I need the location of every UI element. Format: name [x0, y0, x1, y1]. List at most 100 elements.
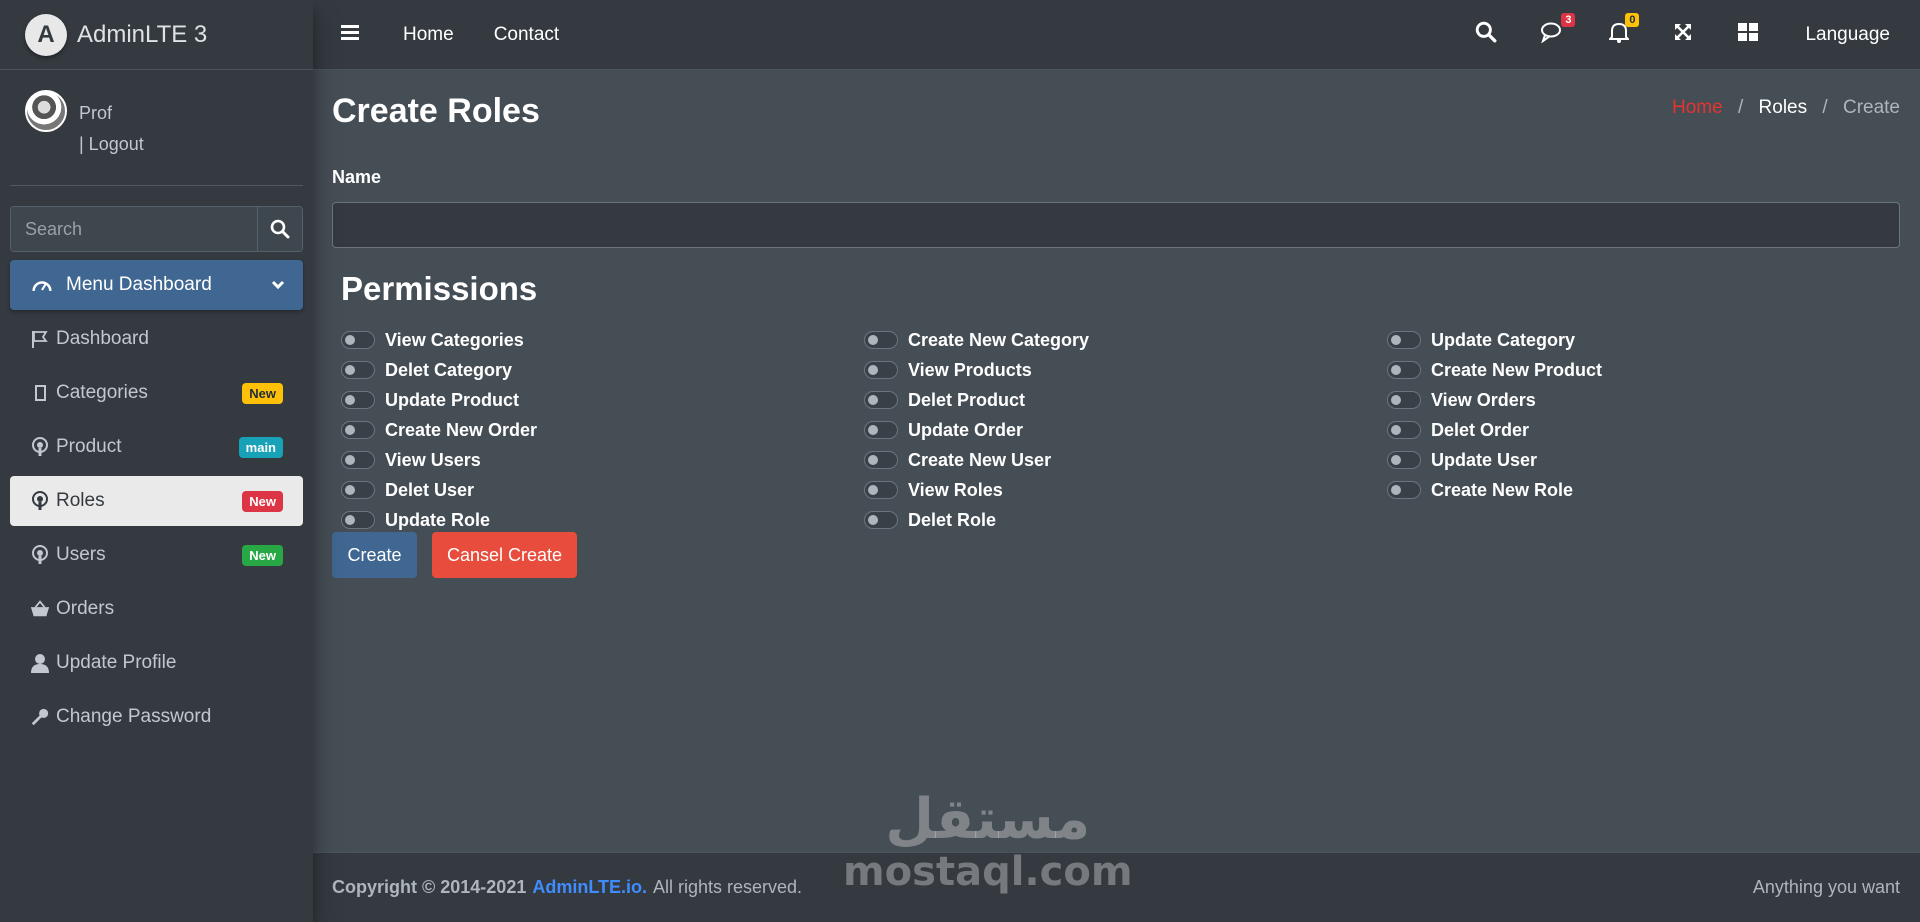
permission-item: Update User — [1387, 445, 1901, 475]
cancel-create-button[interactable]: Cansel Create — [432, 532, 577, 578]
permission-label[interactable]: Update Order — [908, 420, 1023, 441]
permission-toggle[interactable] — [864, 481, 898, 499]
name-label: Name — [332, 167, 382, 187]
sidebar-item-label: Orders — [56, 598, 115, 619]
breadcrumb-roles[interactable]: Roles — [1759, 97, 1808, 118]
sidebar-item-users[interactable]: Users New — [10, 530, 303, 580]
permission-item: Delet Product — [864, 385, 1387, 415]
permission-label[interactable]: Update User — [1431, 450, 1537, 471]
permission-label[interactable]: Create New Order — [385, 420, 537, 441]
sidebar-item-label: Dashboard — [56, 328, 149, 349]
permission-label[interactable]: Delet Product — [908, 390, 1025, 411]
permission-label[interactable]: View Categories — [385, 330, 524, 351]
permission-label[interactable]: Delet Order — [1431, 420, 1529, 441]
permission-toggle[interactable] — [1387, 481, 1421, 499]
permission-toggle[interactable] — [341, 361, 375, 379]
search-icon — [270, 219, 290, 239]
permission-label[interactable]: Update Role — [385, 510, 490, 531]
permission-item: View Roles — [864, 475, 1387, 505]
permission-item: Create New Role — [1387, 475, 1901, 505]
new-badge: New — [242, 382, 283, 404]
square-icon — [30, 383, 50, 403]
messages-button[interactable]: 3 — [1541, 13, 1576, 48]
sidebar-item-dashboard[interactable]: Dashboard — [10, 314, 303, 364]
sidebar-item-product[interactable]: Product main — [10, 422, 303, 472]
name-input[interactable] — [332, 202, 1900, 248]
permission-toggle[interactable] — [864, 511, 898, 529]
bars-icon — [341, 24, 359, 40]
permission-item: Update Category — [1387, 325, 1901, 355]
permission-toggle[interactable] — [864, 421, 898, 439]
permission-item: View Users — [341, 445, 864, 475]
new-badge: New — [242, 544, 283, 566]
permission-label[interactable]: Create New Product — [1431, 360, 1602, 381]
nav-link-home[interactable]: Home — [403, 24, 454, 46]
permission-toggle[interactable] — [341, 391, 375, 409]
adminlte-link[interactable]: AdminLTE.io. — [532, 877, 647, 898]
main-sidebar: A AdminLTE 3 Prof | Logout Menu Dashboar… — [0, 0, 313, 922]
sidebar-item-categories[interactable]: Categories New — [10, 368, 303, 418]
permission-label[interactable]: Update Category — [1431, 330, 1575, 351]
permission-toggle[interactable] — [341, 421, 375, 439]
logout-link[interactable]: | Logout — [79, 129, 144, 160]
copyright-text: Copyright © 2014-2021 — [332, 877, 527, 897]
permission-toggle[interactable] — [864, 361, 898, 379]
flag-icon — [30, 329, 50, 349]
watermark-arabic: مستقل — [885, 787, 1091, 852]
sidebar-item-label: Change Password — [56, 706, 212, 727]
permission-label[interactable]: Delet User — [385, 480, 474, 501]
notifications-button[interactable]: 0 — [1608, 13, 1640, 48]
permission-label[interactable]: Delet Role — [908, 510, 996, 531]
permission-label[interactable]: Create New Category — [908, 330, 1089, 351]
permission-label[interactable]: Update Product — [385, 390, 519, 411]
permission-toggle[interactable] — [1387, 451, 1421, 469]
footer-right-text: Anything you want — [1752, 877, 1900, 897]
control-sidebar-button[interactable] — [1737, 22, 1759, 47]
search-button[interactable] — [257, 207, 302, 251]
content-wrapper: Create Roles Home / Roles / Create Name … — [313, 70, 1920, 852]
permission-toggle[interactable] — [341, 511, 375, 529]
user-icon — [30, 653, 50, 673]
navbar-search-button[interactable] — [1475, 21, 1497, 48]
permission-label[interactable]: Create New User — [908, 450, 1051, 471]
sidebar-item-orders[interactable]: Orders — [10, 584, 303, 634]
permission-toggle[interactable] — [864, 331, 898, 349]
search-input[interactable] — [11, 207, 257, 251]
permission-label[interactable]: Create New Role — [1431, 480, 1573, 501]
nav-link-contact[interactable]: Contact — [494, 24, 559, 46]
sidebar-item-label: Update Profile — [56, 652, 177, 673]
permission-toggle[interactable] — [341, 481, 375, 499]
permission-item: View Categories — [341, 325, 864, 355]
user-name[interactable]: Prof — [79, 98, 144, 129]
permission-item: Delet User — [341, 475, 864, 505]
permission-toggle[interactable] — [1387, 391, 1421, 409]
permission-label[interactable]: View Users — [385, 450, 481, 471]
sidebar-item-roles[interactable]: Roles New — [10, 476, 303, 526]
language-dropdown[interactable]: Language — [1805, 24, 1890, 46]
sidebar-item-change-password[interactable]: Change Password — [10, 692, 303, 742]
permission-toggle[interactable] — [341, 451, 375, 469]
create-button[interactable]: Create — [332, 532, 417, 578]
breadcrumb-current: Create — [1842, 97, 1900, 118]
sidebar-item-update-profile[interactable]: Update Profile — [10, 638, 303, 688]
permission-toggle[interactable] — [1387, 331, 1421, 349]
permission-toggle[interactable] — [864, 451, 898, 469]
sidebar-item-label: Roles — [56, 490, 105, 511]
breadcrumb-home-link[interactable]: Home — [1672, 97, 1723, 118]
brand-logo: A — [25, 13, 67, 56]
permission-label[interactable]: View Roles — [908, 480, 1003, 501]
messages-count-badge: 3 — [1561, 13, 1576, 27]
user-panel: Prof | Logout — [10, 70, 303, 186]
permission-label[interactable]: View Orders — [1431, 390, 1536, 411]
hamburger-menu-button[interactable] — [341, 24, 359, 46]
permission-toggle[interactable] — [864, 391, 898, 409]
fullscreen-button[interactable] — [1673, 22, 1693, 47]
brand-link[interactable]: A AdminLTE 3 — [0, 0, 313, 70]
menu-dashboard-toggle[interactable]: Menu Dashboard — [10, 260, 303, 310]
permission-label[interactable]: View Products — [908, 360, 1032, 381]
brand-name: AdminLTE 3 — [77, 20, 208, 48]
permission-toggle[interactable] — [1387, 361, 1421, 379]
permission-toggle[interactable] — [341, 331, 375, 349]
permission-toggle[interactable] — [1387, 421, 1421, 439]
permission-label[interactable]: Delet Category — [385, 360, 512, 381]
